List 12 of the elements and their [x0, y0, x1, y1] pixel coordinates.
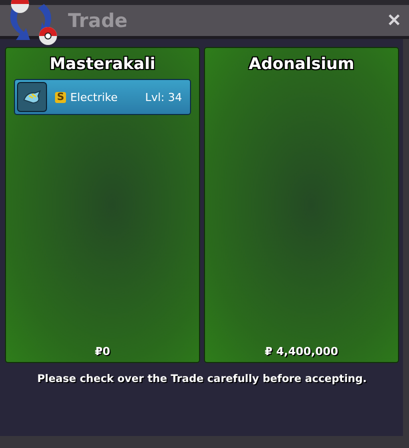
creature-icon: [17, 82, 47, 112]
money-amount: ₽0: [94, 345, 112, 358]
trader-name: Adonalsium: [248, 54, 356, 73]
close-button[interactable]: ✕: [387, 10, 401, 31]
footer-message: Please check over the Trade carefully before accepting.: [36, 373, 368, 385]
trade-item[interactable]: S Electrike Lvl: 34: [14, 79, 191, 115]
creature-name: Electrike: [70, 90, 119, 104]
creature-level: Lvl: 34: [145, 90, 182, 104]
window-title: Trade: [68, 10, 129, 32]
trader-name: Masterakali: [48, 54, 156, 73]
shiny-badge: S: [55, 92, 66, 102]
money-amount: ₽ 4,400,000: [264, 345, 340, 358]
